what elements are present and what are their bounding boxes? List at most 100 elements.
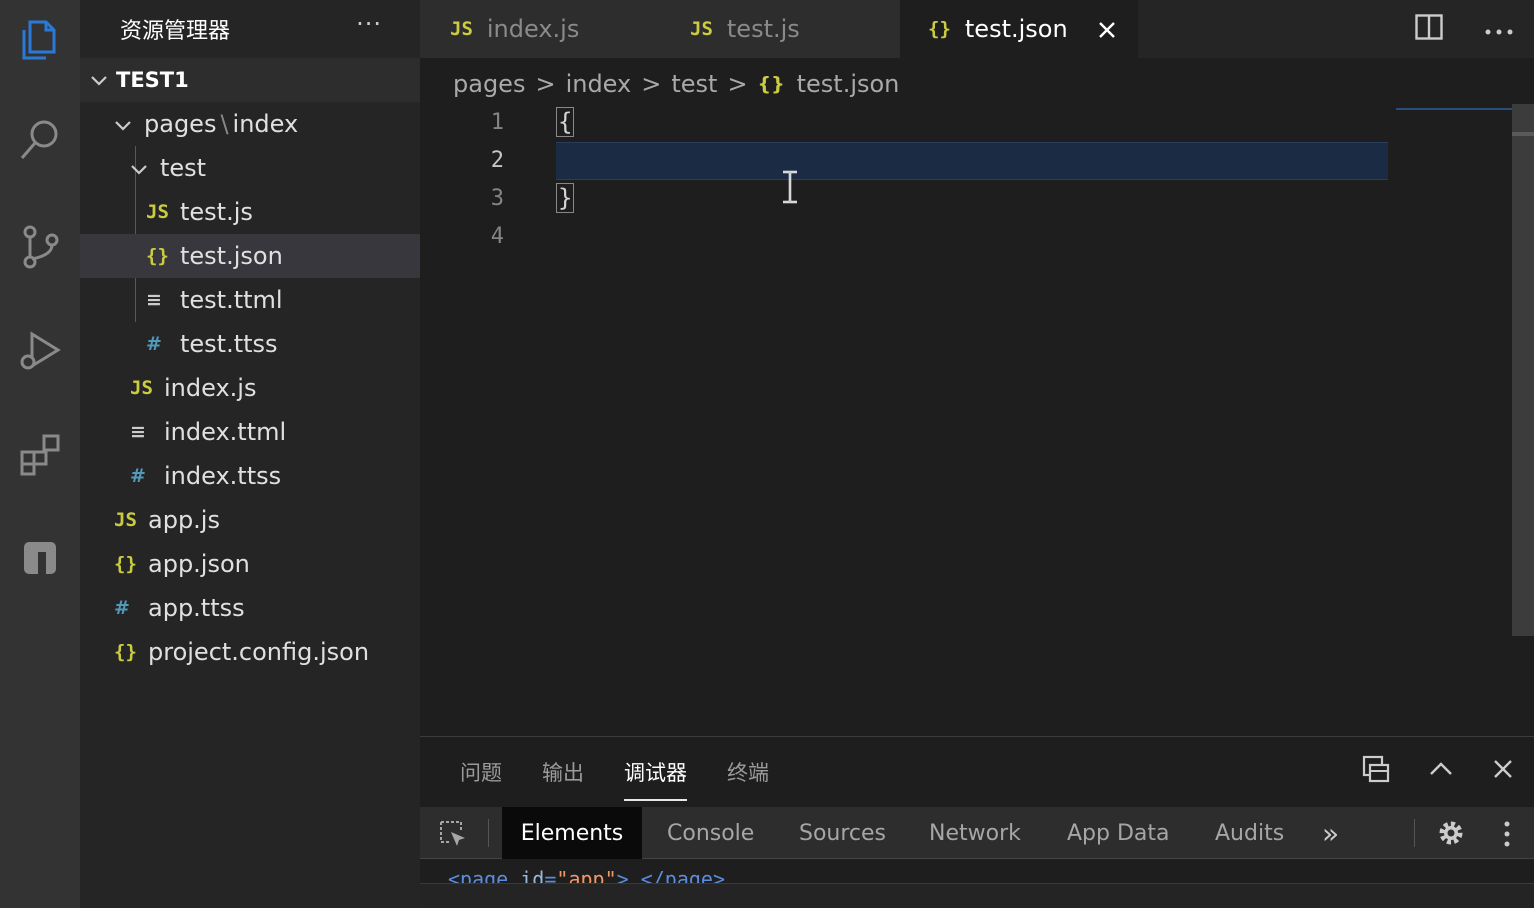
tree-file-test-json[interactable]: {} test.json [80,234,420,278]
breadcrumb-item[interactable]: pages [453,70,525,98]
tab-elements[interactable]: Elements [502,807,642,859]
tree-file-app-json[interactable]: {} app.json [80,542,420,586]
json-file-icon: {} [146,245,169,267]
source-control-icon[interactable] [0,206,80,286]
open-brace: { [556,107,575,137]
close-brace: } [556,183,575,213]
dom-attr-value: "app" [556,867,617,883]
tab-test-json[interactable]: {} test.json [900,0,1138,58]
js-file-icon: JS [146,201,169,223]
dom-attr-name: id [520,867,545,883]
tree-folder-test[interactable]: test [80,146,420,190]
split-editor-icon[interactable] [1415,14,1443,44]
tree-folder-pages[interactable]: pages \ index [80,102,420,146]
extensions-icon[interactable] [0,414,80,494]
ttss-file-icon: # [130,465,146,487]
js-file-icon: JS [690,18,713,40]
tree-file-project-config[interactable]: {} project.config.json [80,630,420,674]
ttml-file-icon: ≡ [146,289,162,311]
panel-layout-icon[interactable] [1362,755,1390,787]
chevron-down-icon [90,68,116,92]
tree-item-label: index.js [164,374,257,402]
minimap[interactable] [1396,108,1512,110]
breadcrumb-item[interactable]: test [671,70,717,98]
dom-tag-close: > </page> [616,867,725,883]
gear-icon[interactable] [1436,818,1466,852]
explorer-icon[interactable] [0,0,80,80]
breadcrumb-item[interactable]: index [566,70,632,98]
inspect-element-icon[interactable] [438,819,468,853]
tab-test-js[interactable]: JS test.js [660,0,900,58]
close-icon[interactable] [1098,13,1116,46]
workspace-name: TEST1 [116,68,189,92]
tree-file-test-ttss[interactable]: # test.ttss [80,322,420,366]
code-editor[interactable]: 1 2 3 4 { } [420,104,1534,736]
tab-audits[interactable]: Audits [1215,807,1284,859]
tree-item-label: test [160,154,207,182]
tree-file-index-js[interactable]: JS index.js [80,366,420,410]
js-file-icon: JS [450,18,473,40]
json-file-icon: {} [114,641,137,663]
editor-scrollbar[interactable] [1512,104,1534,636]
chevron-right-icon: > [535,70,556,98]
tab-index-js[interactable]: JS index.js [420,0,660,58]
chevron-up-icon[interactable] [1428,761,1454,781]
tree-item-label: test.js [180,198,253,226]
breadcrumb: pages > index > test > {} test.json [453,64,899,104]
more-actions-icon[interactable] [1485,20,1513,39]
tree-file-index-ttml[interactable]: ≡ index.ttml [80,410,420,454]
tree-file-app-js[interactable]: JS app.js [80,498,420,542]
more-tabs-icon[interactable]: » [1322,807,1339,859]
close-icon[interactable] [1492,758,1514,784]
path-separator: \ [220,110,229,138]
panel-actions [1362,755,1514,787]
code-line: { [556,107,575,137]
tree-item-label: test.ttss [180,330,278,358]
more-actions-icon[interactable]: ··· [356,10,382,38]
bottom-panel: 问题 输出 调试器 终端 Elements Console Sources Ne… [420,736,1534,908]
tab-actions [1394,0,1534,58]
line-number: 3 [490,186,504,211]
tab-problems[interactable]: 问题 [460,757,502,801]
tree-file-test-js[interactable]: JS test.js [80,190,420,234]
code-line: } [556,183,575,213]
text-cursor-icon [780,170,800,208]
mini-app-icon[interactable] [0,518,80,598]
file-tree: pages \ index test JS test.js {} test.js… [80,102,420,674]
tree-item-sublabel: index [232,110,299,138]
tree-file-index-ttss[interactable]: # index.ttss [80,454,420,498]
devtools-toolbar: Elements Console Sources Network App Dat… [420,807,1534,859]
tree-file-app-ttss[interactable]: # app.ttss [80,586,420,630]
tab-debugger[interactable]: 调试器 [624,757,687,801]
tab-label: index.js [486,15,580,43]
scrollbar-thumb[interactable] [1512,132,1534,136]
search-icon[interactable] [0,100,80,180]
tree-file-test-ttml[interactable]: ≡ test.ttml [80,278,420,322]
json-file-icon: {} [114,553,137,575]
toolbar-divider [488,819,489,847]
tree-item-label: app.ttss [148,594,245,622]
sidebar-title: 资源管理器 [120,19,231,44]
tab-network[interactable]: Network [929,807,1021,859]
tree-item-label: index.ttss [164,462,282,490]
tab-label: test.js [726,15,800,43]
tab-sources[interactable]: Sources [799,807,886,859]
line-number: 4 [490,224,504,249]
tab-app-data[interactable]: App Data [1067,807,1170,859]
tab-console[interactable]: Console [667,807,754,859]
tab-output[interactable]: 输出 [542,757,584,801]
current-line-highlight [556,142,1388,180]
dom-tree-node[interactable]: <page id="app"> </page> [448,867,725,883]
kebab-menu-icon[interactable] [1504,821,1510,851]
breadcrumb-file[interactable]: test.json [797,70,900,98]
tree-item-label: pages [144,110,217,138]
ttml-file-icon: ≡ [130,421,146,443]
line-number: 2 [490,148,504,173]
tab-terminal[interactable]: 终端 [727,757,769,801]
tab-label: test.json [964,15,1068,43]
json-file-icon: {} [928,18,951,40]
chevron-down-icon [130,154,160,182]
run-debug-icon[interactable] [0,310,80,390]
workspace-section-header[interactable]: TEST1 [80,58,420,102]
sidebar-header: 资源管理器 ··· [80,0,420,58]
